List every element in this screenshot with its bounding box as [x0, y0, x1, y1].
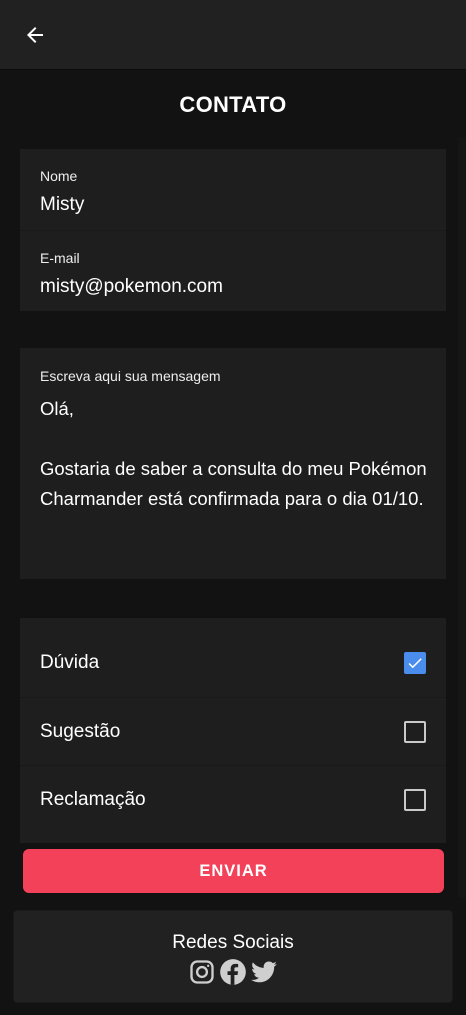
page-title: CONTATO [179, 92, 287, 117]
checkbox-sugestao[interactable] [404, 721, 426, 743]
option-reclamacao[interactable]: Reclamação [20, 765, 446, 833]
email-field[interactable]: E-mail misty@pokemon.com [20, 230, 446, 311]
message-field[interactable]: Escreva aqui sua mensagem Olá, Gostaria … [20, 348, 446, 579]
contact-info-card: Nome Misty E-mail misty@pokemon.com [20, 149, 446, 311]
top-app-bar [0, 0, 466, 70]
message-textarea[interactable]: Olá, Gostaria de saber a consulta do meu… [40, 394, 430, 514]
name-label: Nome [40, 168, 78, 184]
option-label: Sugestão [40, 721, 121, 742]
social-footer: Redes Sociais [13, 910, 453, 1003]
send-button[interactable]: ENVIAR [23, 849, 444, 893]
checkbox-reclamacao[interactable] [404, 789, 426, 811]
twitter-icon[interactable] [250, 958, 278, 986]
back-button[interactable] [18, 20, 52, 50]
email-label: E-mail [40, 250, 80, 266]
scrollbar[interactable] [458, 138, 466, 898]
check-icon [408, 658, 422, 669]
email-input[interactable]: misty@pokemon.com [40, 276, 223, 298]
facebook-icon[interactable] [219, 958, 247, 986]
option-label: Reclamação [40, 789, 146, 810]
name-field[interactable]: Nome Misty [20, 149, 446, 230]
message-label: Escreva aqui sua mensagem [40, 368, 221, 384]
option-label: Dúvida [40, 652, 100, 673]
name-input[interactable]: Misty [40, 194, 84, 216]
options-card: Dúvida Sugestão Reclamação [20, 618, 446, 843]
option-duvida[interactable]: Dúvida [20, 629, 446, 697]
option-sugestao[interactable]: Sugestão [20, 697, 446, 765]
checkbox-duvida[interactable] [404, 652, 426, 674]
social-icons [14, 958, 452, 986]
footer-title: Redes Sociais [172, 932, 294, 953]
arrow-left-icon [27, 27, 43, 43]
instagram-icon[interactable] [188, 958, 216, 986]
